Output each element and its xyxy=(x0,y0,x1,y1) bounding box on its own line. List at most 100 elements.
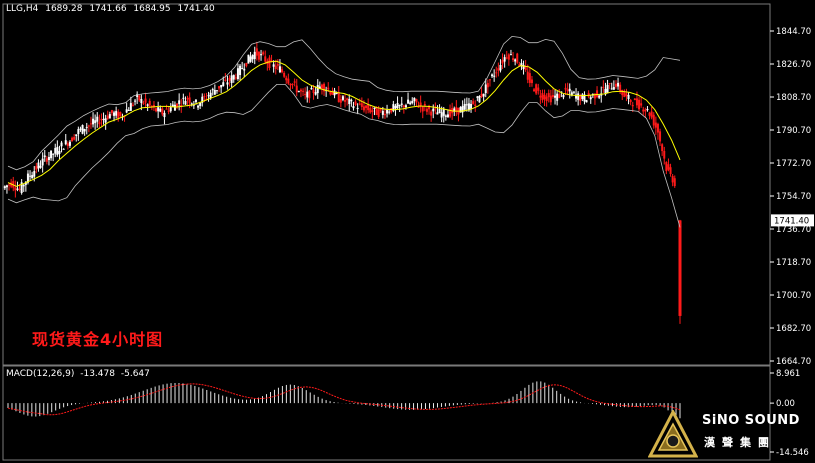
brand-name: SiNO SOUND xyxy=(702,413,800,428)
candle-body xyxy=(619,84,622,92)
low-value: 1684.95 xyxy=(133,4,171,14)
candle-body xyxy=(308,90,311,99)
candle-body xyxy=(579,95,582,101)
candle-body xyxy=(45,158,48,162)
macd-tick-label: 0.00 xyxy=(776,399,795,409)
candle-body xyxy=(350,99,353,102)
candle-body xyxy=(304,93,307,95)
brand-logo-icon xyxy=(648,410,698,458)
candle-body xyxy=(411,100,414,104)
candle-body xyxy=(430,111,433,116)
candle-body xyxy=(291,83,294,85)
macd-signal-line xyxy=(7,383,681,416)
candle-body xyxy=(537,87,540,91)
candle-body xyxy=(125,109,128,113)
candle-body xyxy=(167,110,170,112)
candle-body xyxy=(215,90,218,92)
candle-body xyxy=(281,69,284,73)
candle-body xyxy=(476,96,479,98)
candle-body xyxy=(493,75,496,77)
candle-body xyxy=(83,128,86,132)
candle-body xyxy=(360,103,363,107)
candle-body xyxy=(371,110,374,112)
candle-body xyxy=(169,107,172,112)
candle-body xyxy=(566,89,569,92)
chart-canvas: 1844.70 1826.70 1808.70 1790.70 1772.70 1754.… xyxy=(2,3,814,461)
candle-body xyxy=(58,150,61,154)
candle-body xyxy=(52,153,55,155)
candle-body xyxy=(499,64,502,71)
main-pane-border xyxy=(2,3,771,366)
candle-body xyxy=(635,98,638,106)
candle-body xyxy=(197,105,200,108)
candle-body xyxy=(327,87,330,90)
candle-body xyxy=(134,100,137,102)
candle-body xyxy=(665,162,668,172)
candle-body xyxy=(417,106,420,108)
candle-body xyxy=(556,93,559,101)
candle-body xyxy=(173,104,176,111)
candle-body xyxy=(671,176,674,183)
candle-body xyxy=(654,122,657,128)
candle-body xyxy=(129,103,132,111)
candle-body xyxy=(71,137,74,142)
candle-body xyxy=(507,54,510,60)
candle-body xyxy=(568,88,571,92)
candle-body xyxy=(96,116,99,122)
candle-body xyxy=(365,105,368,109)
candle-body xyxy=(472,101,475,105)
candle-body xyxy=(402,105,405,108)
candle-body xyxy=(421,106,424,112)
candle-body xyxy=(310,87,313,90)
candle-body xyxy=(293,81,296,83)
candle-body xyxy=(495,72,498,74)
candle-body xyxy=(232,75,235,80)
candle-body xyxy=(524,67,527,71)
price-tick-label: 1826.70 xyxy=(776,60,811,70)
candle-body xyxy=(262,52,265,55)
candle-body xyxy=(165,108,168,110)
candle-body xyxy=(572,91,575,93)
candle-body xyxy=(484,84,487,94)
candle-body xyxy=(678,220,682,316)
macd-name: MACD(12,26,9) xyxy=(6,369,75,379)
candle-body xyxy=(113,112,116,116)
candle-body xyxy=(115,111,118,116)
candle-body xyxy=(602,86,605,88)
candle-body xyxy=(188,97,191,103)
candle-body xyxy=(100,118,103,121)
candle-body xyxy=(373,107,376,109)
candle-body xyxy=(436,112,439,115)
candle-body xyxy=(554,95,557,98)
candle-body xyxy=(29,175,32,177)
candle-body xyxy=(131,104,134,106)
candle-body xyxy=(295,85,298,93)
candle-body xyxy=(228,77,231,81)
candle-body xyxy=(589,97,592,100)
candle-body xyxy=(442,108,445,116)
candle-body xyxy=(585,100,588,103)
candle-body xyxy=(81,125,84,134)
candle-body xyxy=(465,104,468,106)
candle-body xyxy=(488,79,491,81)
candle-body xyxy=(184,100,187,105)
price-header: LLG,H4 1689.28 1741.66 1684.95 1741.40 xyxy=(6,4,219,14)
candle-body xyxy=(516,53,519,63)
candle-body xyxy=(102,118,105,120)
candle-body xyxy=(486,83,489,88)
macd-header: MACD(12,26,9) -13.478 -5.647 xyxy=(6,369,153,379)
candle-body xyxy=(207,95,210,97)
candle-body xyxy=(5,185,8,188)
brand-watermark: SiNO SOUND 漢聲集團 xyxy=(648,410,815,463)
candle-body xyxy=(459,106,462,113)
candle-body xyxy=(432,108,435,112)
candle-body xyxy=(598,95,601,98)
candle-body xyxy=(178,100,181,104)
candle-body xyxy=(85,126,88,128)
candle-body xyxy=(377,109,380,117)
candle-body xyxy=(409,102,412,105)
candle-body xyxy=(243,68,246,71)
candle-body xyxy=(66,143,69,146)
candle-body xyxy=(110,110,113,113)
candle-body xyxy=(213,90,216,95)
